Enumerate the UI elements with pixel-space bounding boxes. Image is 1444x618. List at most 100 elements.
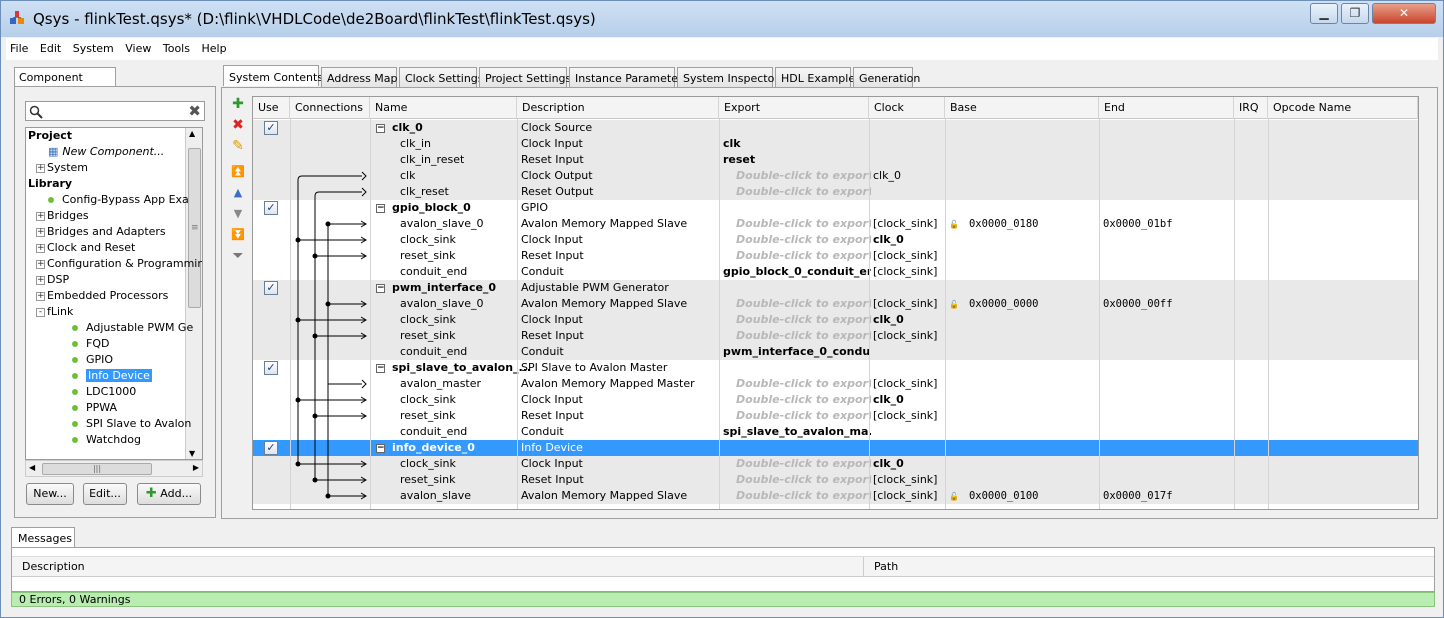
library-tree-hscroll-thumb[interactable]: ||| [42,463,152,475]
library-search-input[interactable] [46,103,184,119]
library-tree-item[interactable]: GPIO [72,352,113,368]
library-tree-item[interactable]: + System [36,160,88,176]
interface-row[interactable]: reset_sink Reset Input Double-click to exp… [253,472,1418,488]
collapse-icon[interactable]: − [376,203,385,213]
base-cell[interactable] [949,392,1099,408]
interface-row[interactable]: reset_sink Reset Input Double-click to exp… [253,408,1418,424]
base-cell[interactable] [949,168,1099,184]
clock-cell[interactable]: [clock_sink] [873,376,945,392]
export-cell[interactable]: Double-click to export [723,248,871,264]
library-tree-item[interactable]: + Configuration & Programmin [36,256,202,272]
interface-row[interactable]: clk Clock Output Double-click to export clk… [253,168,1418,184]
library-tree-item[interactable]: + DSP [36,272,69,288]
interface-row[interactable]: clk_reset Reset Output Double-click to exp… [253,184,1418,200]
clock-cell[interactable]: [clock_sink] [873,488,945,504]
scroll-right-arrow-icon[interactable]: ▶ [193,463,199,472]
interface-row[interactable]: conduit_end Conduit spi_slave_to_avalon_ma… [253,424,1418,440]
filter-funnel-icon[interactable]: ⏷ [230,248,246,264]
export-cell[interactable]: Double-click to export [723,328,871,344]
clock-cell[interactable]: clk_0 [873,232,945,248]
module-row[interactable]: ✓ − spi_slave_to_avalon_... SPI Slave to Av… [253,360,1418,376]
interface-row[interactable]: avalon_slave Avalon Memory Mapped Slave Do… [253,488,1418,504]
move-top-icon[interactable]: ⏫ [230,164,246,180]
export-cell[interactable]: spi_slave_to_avalon_ma... [723,424,871,440]
scroll-left-arrow-icon[interactable]: ◀ [29,463,35,472]
library-tree-item[interactable]: + Clock and Reset [36,240,135,256]
base-cell[interactable] [949,344,1099,360]
export-cell[interactable] [723,200,871,216]
interface-row[interactable]: conduit_end Conduit gpio_block_0_conduit_e… [253,264,1418,280]
remove-x-icon[interactable]: ✖ [230,117,246,133]
tab-clock-settings[interactable]: Clock Settings [399,67,484,87]
column-header-end[interactable]: End [1099,97,1234,119]
base-cell[interactable] [949,408,1099,424]
base-cell[interactable]: 🔓 0x0000_0000 [949,296,1099,312]
interface-row[interactable]: clk_in Clock Input clk [253,136,1418,152]
tab-generation[interactable]: Generation [853,67,920,87]
export-cell[interactable]: Double-click to export [723,408,871,424]
expand-icon[interactable]: + [36,211,45,221]
library-tree-item[interactable]: Info Device [72,368,152,384]
library-tree-item[interactable]: Library [28,176,72,192]
module-row[interactable]: ✓ − info_device_0 Info Device [253,440,1418,456]
export-cell[interactable]: Double-click to export [723,168,871,184]
library-tree-vscrollbar[interactable]: ▲ ≡ ▼ [185,128,202,459]
library-tree-hscrollbar[interactable]: ◀ ||| ▶ [25,460,203,477]
tab-component-library[interactable]: Component Library [14,67,116,97]
export-cell[interactable] [723,120,871,136]
base-cell[interactable]: 🔓 0x0000_0180 [949,216,1099,232]
clock-cell[interactable] [873,120,945,136]
clock-cell[interactable] [873,440,945,456]
expand-icon[interactable]: + [36,227,45,237]
tab-project-settings[interactable]: Project Settings [479,67,571,87]
export-cell[interactable]: pwm_interface_0_condui... [723,344,871,360]
export-cell[interactable]: Double-click to export [723,296,871,312]
interface-row[interactable]: clk_in_reset Reset Input reset [253,152,1418,168]
scroll-up-arrow-icon[interactable]: ▲ [189,129,195,138]
column-header-export[interactable]: Export [719,97,869,119]
library-tree-vscroll-thumb[interactable]: ≡ [188,148,201,308]
export-cell[interactable] [723,360,871,376]
menu-view[interactable]: View [121,38,155,55]
collapse-icon[interactable]: − [376,443,385,453]
base-cell[interactable] [949,360,1099,376]
library-tree-item[interactable]: - fLink [36,304,73,320]
column-header-base[interactable]: Base [945,97,1099,119]
clock-cell[interactable]: clk_0 [873,392,945,408]
clock-cell[interactable]: [clock_sink] [873,472,945,488]
base-cell[interactable] [949,328,1099,344]
messages-col-description[interactable]: Description [12,557,864,577]
export-cell[interactable]: Double-click to export [723,488,871,504]
clock-cell[interactable] [873,280,945,296]
library-tree-item[interactable]: + Bridges [36,208,89,224]
menu-system[interactable]: System [69,38,118,55]
clock-cell[interactable]: [clock_sink] [873,328,945,344]
interface-row[interactable]: reset_sink Reset Input Double-click to exp… [253,248,1418,264]
export-cell[interactable]: Double-click to export [723,232,871,248]
export-cell[interactable]: Double-click to export [723,392,871,408]
interface-row[interactable]: reset_sink Reset Input Double-click to exp… [253,328,1418,344]
export-cell[interactable]: Double-click to export [723,216,871,232]
library-tree-item[interactable]: Adjustable PWM Ge [72,320,193,336]
edit-component-button[interactable]: Edit... [83,483,127,505]
tab-system-inspector[interactable]: System Inspector [677,67,779,87]
export-cell[interactable]: Double-click to export [723,456,871,472]
export-cell[interactable] [723,280,871,296]
minimize-button[interactable]: ▁ [1310,3,1338,24]
move-down-icon[interactable]: ▼ [230,206,246,222]
menu-tools[interactable]: Tools [159,38,194,55]
tab-hdl-example[interactable]: HDL Example [775,67,855,87]
column-header-name[interactable]: Name [370,97,517,119]
interface-row[interactable]: clock_sink Clock Input Double-click to exp… [253,456,1418,472]
export-cell[interactable]: reset [723,152,871,168]
clock-cell[interactable] [873,152,945,168]
lock-icon[interactable]: 🔓 [949,492,959,501]
library-tree-item[interactable]: PPWA [72,400,117,416]
menu-file[interactable]: File [6,38,32,55]
base-cell[interactable] [949,248,1099,264]
add-component-button[interactable]: ✚ Add... [137,483,201,505]
export-cell[interactable]: Double-click to export [723,312,871,328]
column-header-description[interactable]: Description [517,97,719,119]
move-up-icon[interactable]: ▲ [230,185,246,201]
interface-row[interactable]: avalon_slave_0 Avalon Memory Mapped Slave… [253,296,1418,312]
